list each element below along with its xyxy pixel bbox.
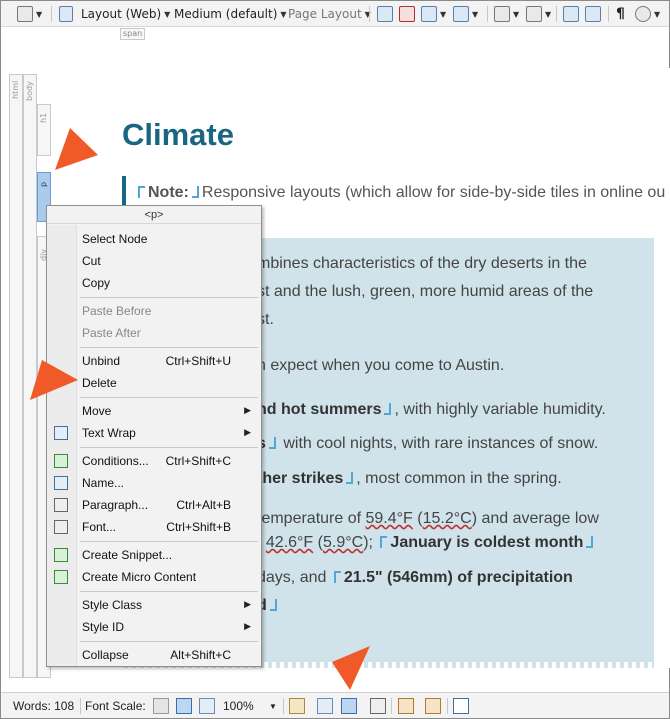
callout-arrow-status-button — [332, 646, 370, 690]
font-scale-increase-button[interactable] — [199, 698, 215, 714]
chevron-down-icon[interactable]: ▼ — [269, 702, 277, 711]
status-divider — [283, 698, 284, 714]
status-divider — [80, 698, 81, 714]
status-divider — [391, 698, 392, 714]
vertical-ruler-icon[interactable] — [425, 698, 441, 714]
callout-arrow-structure-bar — [55, 128, 98, 170]
status-bar: Words: 108 Font Scale: 100% ▼ — [1, 692, 669, 718]
callout-arrow-delete — [30, 360, 78, 400]
block-bars-button[interactable] — [341, 698, 357, 714]
horizontal-ruler-icon[interactable] — [398, 698, 414, 714]
font-scale-label: Font Scale: — [85, 699, 146, 713]
preview-icon[interactable] — [370, 698, 386, 714]
structure-bars-button[interactable] — [317, 698, 333, 714]
font-scale-decrease-button[interactable] — [153, 698, 169, 714]
font-scale-reset-button[interactable] — [176, 698, 192, 714]
zoom-level[interactable]: 100% — [223, 699, 254, 713]
callout-arrows — [30, 128, 370, 690]
fit-width-icon[interactable] — [453, 698, 469, 714]
status-divider — [447, 698, 448, 714]
show-color-button[interactable] — [289, 698, 305, 714]
word-count: Words: 108 — [13, 699, 75, 713]
